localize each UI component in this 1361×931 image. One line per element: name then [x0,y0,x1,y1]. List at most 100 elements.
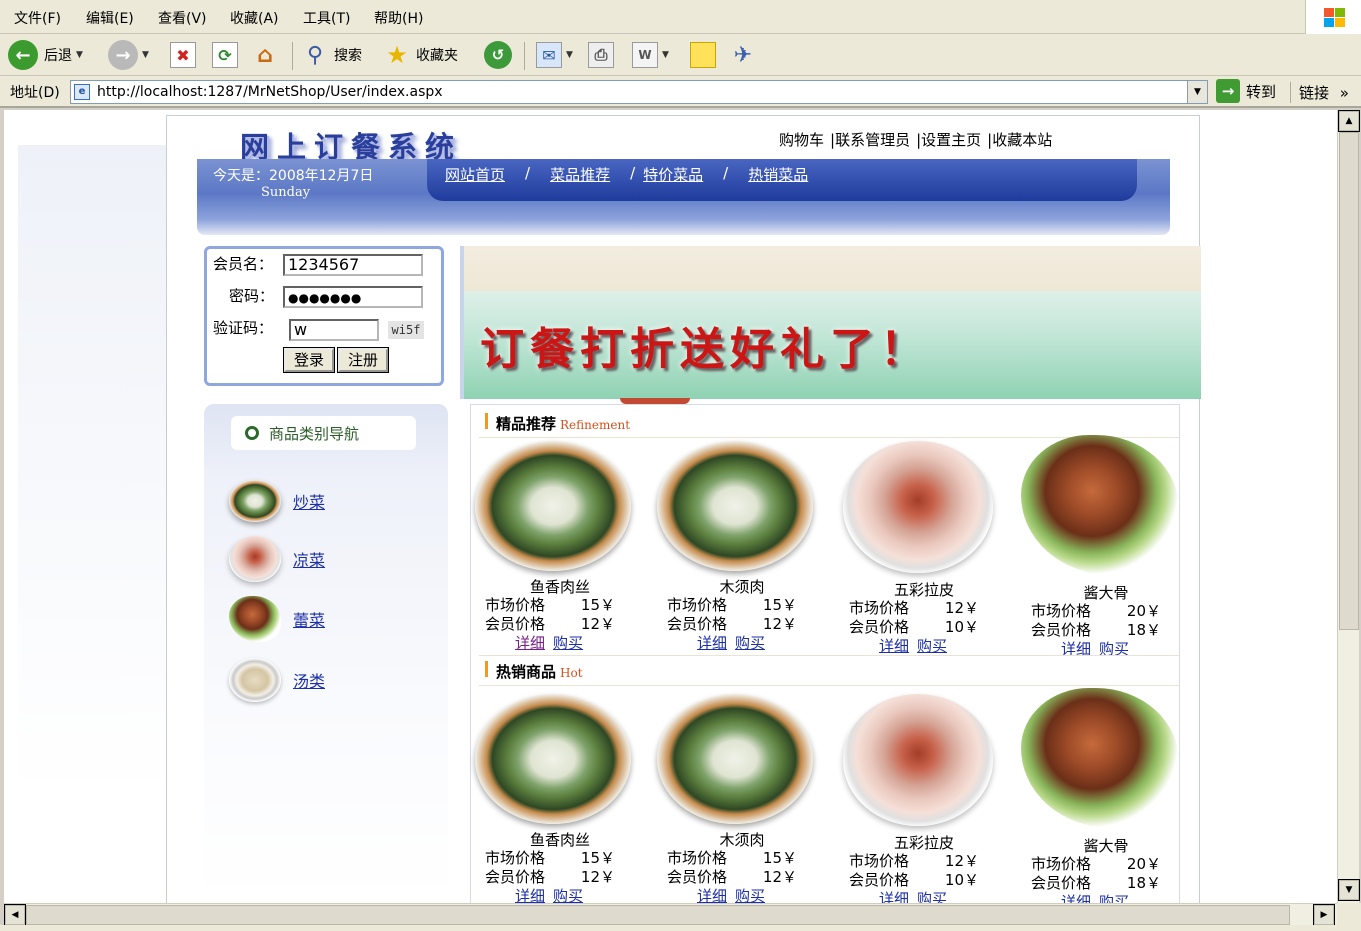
chevron-down-icon[interactable]: ▼ [76,50,83,60]
buy-link[interactable]: 购买 [917,635,947,656]
product-image[interactable] [475,694,631,824]
register-button[interactable]: 注册 [338,348,388,372]
contact-admin-link[interactable]: |联系管理员 [830,129,910,150]
buy-link[interactable]: 购买 [917,888,947,903]
chevron-down-icon[interactable]: ▼ [566,50,573,60]
buy-link[interactable]: 购买 [553,885,583,903]
category-link[interactable]: 蕾菜 [293,607,325,631]
nav-special[interactable]: 特价菜品 [643,164,703,185]
category-item[interactable]: 蕾菜 [229,596,325,642]
username-input[interactable]: 1234567 [283,254,423,276]
buy-link[interactable]: 购买 [735,885,765,903]
product-image[interactable] [657,441,813,571]
menu-view[interactable]: 查看(V) [158,8,207,28]
buy-link[interactable]: 购买 [1099,891,1129,903]
search-button[interactable]: ⚲ 搜索 [302,39,362,71]
stop-button[interactable]: ✖ [170,39,196,71]
refresh-button[interactable]: ⟳ [212,39,238,71]
date-text: 今天是：2008年12月7日 [213,168,374,184]
edit-button[interactable]: W ▼ [632,39,669,71]
set-homepage-link[interactable]: |设置主页 [916,129,981,150]
product-actions: 详细 购买 [515,632,583,653]
category-item[interactable]: 汤类 [229,658,325,702]
links-button[interactable]: 链接 » [1290,82,1349,103]
detail-link[interactable]: 详细 [879,635,909,656]
menu-help[interactable]: 帮助(H) [374,8,423,28]
messenger-button[interactable]: ✈ [730,39,756,71]
scroll-down-icon[interactable]: ▼ [1339,880,1359,900]
nav-home[interactable]: 网站首页 [445,164,505,185]
menu-file[interactable]: 文件(F) [14,8,61,28]
address-input[interactable]: e http://localhost:1287/MrNetShop/User/i… [70,80,1208,104]
market-price-label: 市场价格 [849,852,910,870]
notes-button[interactable] [690,39,716,71]
product-image[interactable] [843,694,993,826]
member-price-row: 会员价格 12￥ [485,613,615,634]
refresh-icon: ⟳ [212,42,238,68]
search-label: 搜索 [334,48,362,64]
detail-link[interactable]: 详细 [515,632,545,653]
menu-bar: 文件(F) 编辑(E) 查看(V) 收藏(A) 工具(T) 帮助(H) [0,0,1361,34]
menu-edit[interactable]: 编辑(E) [86,8,134,28]
print-button[interactable]: ⎙ [588,39,614,71]
nav-recommend[interactable]: 菜品推荐 [550,164,610,185]
buy-link[interactable]: 购买 [735,632,765,653]
mail-button[interactable]: ✉ ▼ [536,39,573,71]
detail-link[interactable]: 详细 [515,885,545,903]
member-price-label: 会员价格 [1031,621,1092,639]
main-nav: 网站首页 / 菜品推荐 / 特价菜品 / 热销菜品 [445,164,808,185]
product-image[interactable] [475,441,631,571]
chevron-down-icon[interactable]: ▼ [1187,81,1207,103]
category-link[interactable]: 汤类 [293,668,325,692]
forward-arrow-icon: → [108,40,138,70]
chevron-down-icon[interactable]: ▼ [142,50,149,60]
section-divider [479,685,1179,686]
product-card: 五彩拉皮 市场价格 12￥ 会员价格 10￥ 详细 购买 [839,441,1009,661]
top-links: 购物车 |联系管理员 |设置主页 |收藏本站 [779,129,1052,150]
detail-link[interactable]: 详细 [879,888,909,903]
member-price-value: 12￥ [580,615,615,633]
back-button[interactable]: ← 后退 ▼ [8,39,83,71]
market-price-value: 12￥ [944,852,979,870]
scroll-up-icon[interactable]: ▲ [1339,111,1359,131]
product-image[interactable] [657,694,813,824]
captcha-input[interactable]: w [289,319,379,341]
scroll-left-icon[interactable]: ◀ [5,905,25,925]
product-image[interactable] [1021,688,1179,828]
address-label: 地址(D) [10,85,60,101]
market-price-label: 市场价格 [667,596,728,614]
go-arrow-icon: → [1216,79,1240,103]
scroll-right-icon[interactable]: ▶ [1314,905,1334,925]
horizontal-scrollbar[interactable]: ◀ ▶ [4,903,1337,925]
login-button[interactable]: 登录 [284,348,334,372]
bookmark-link[interactable]: |收藏本站 [987,129,1052,150]
vertical-scrollbar[interactable]: ▲ ▼ [1337,110,1359,903]
market-price-value: 20￥ [1126,855,1161,873]
category-link[interactable]: 凉菜 [293,547,325,571]
nav-hot[interactable]: 热销菜品 [748,164,808,185]
home-button[interactable]: ⌂ [252,39,278,71]
detail-link[interactable]: 详细 [1061,891,1091,903]
product-actions: 详细 购买 [879,888,947,903]
member-price-value: 12￥ [580,868,615,886]
chevron-down-icon[interactable]: ▼ [662,50,669,60]
go-button[interactable]: → 转到 [1216,79,1276,103]
password-input[interactable]: ●●●●●●● [283,286,423,308]
horizontal-scroll-thumb[interactable] [26,905,1290,925]
menu-favorites[interactable]: 收藏(A) [230,8,279,28]
cart-link[interactable]: 购物车 [779,129,824,150]
product-image[interactable] [1021,435,1179,575]
category-item[interactable]: 凉菜 [229,536,325,582]
history-button[interactable]: ↺ [484,39,512,71]
detail-link[interactable]: 详细 [697,632,727,653]
category-item[interactable]: 炒菜 [229,480,325,522]
member-price-row: 会员价格 12￥ [667,613,797,634]
buy-link[interactable]: 购买 [553,632,583,653]
detail-link[interactable]: 详细 [697,885,727,903]
forward-button[interactable]: → ▼ [108,39,149,71]
product-image[interactable] [843,441,993,573]
menu-tools[interactable]: 工具(T) [303,8,350,28]
category-link[interactable]: 炒菜 [293,489,325,513]
favorites-button[interactable]: ★ 收藏夹 [384,39,458,71]
vertical-scroll-thumb[interactable] [1339,132,1359,630]
